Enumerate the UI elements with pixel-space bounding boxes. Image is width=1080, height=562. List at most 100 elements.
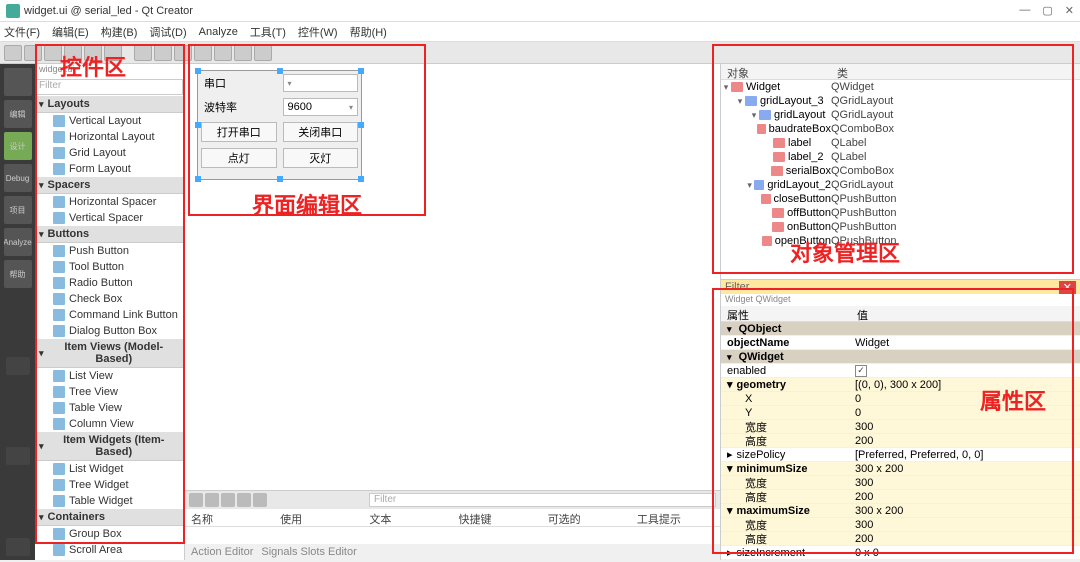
action-tool-button[interactable] — [221, 493, 235, 507]
widget-item[interactable]: Vertical Spacer — [35, 210, 184, 226]
menu-item[interactable]: 调试(D) — [149, 24, 186, 40]
menu-item[interactable]: Analyze — [199, 26, 238, 38]
mode-button[interactable]: 设计 — [4, 132, 32, 160]
toolbar-button[interactable] — [214, 45, 232, 61]
open-button[interactable]: 打开串口 — [201, 122, 277, 142]
widget-category[interactable]: Item Views (Model-Based) — [35, 339, 184, 368]
object-row[interactable]: openButtonQPushButton — [721, 234, 1080, 248]
widget-filter[interactable]: Filter — [36, 79, 183, 95]
object-row[interactable]: ▾gridLayout_2QGridLayout — [721, 178, 1080, 192]
action-filter[interactable]: Filter — [369, 493, 716, 507]
property-row[interactable]: enabled✓ — [721, 364, 1080, 378]
object-row[interactable]: ▾gridLayout_3QGridLayout — [721, 94, 1080, 108]
widget-item[interactable]: Table View — [35, 400, 184, 416]
close-serial-button[interactable]: 关闭串口 — [283, 122, 359, 142]
mode-button[interactable]: Analyze — [4, 228, 32, 256]
baud-combo[interactable]: 9600 — [283, 98, 359, 116]
widget-item[interactable]: Tool Button — [35, 259, 184, 275]
toolbar-button[interactable] — [174, 45, 192, 61]
widget-item[interactable]: Tree Widget — [35, 477, 184, 493]
property-row[interactable]: ▾ QObject — [721, 322, 1080, 336]
menu-item[interactable]: 文件(F) — [4, 24, 40, 40]
widget-item[interactable]: Form Layout — [35, 161, 184, 177]
object-tree[interactable]: ▾WidgetQWidget▾gridLayout_3QGridLayout▾g… — [721, 80, 1080, 279]
widget-item[interactable]: List View — [35, 368, 184, 384]
bottom-tab[interactable]: Signals Slots Editor — [261, 546, 356, 558]
widget-item[interactable]: Radio Button — [35, 275, 184, 291]
object-row[interactable]: ▾gridLayoutQGridLayout — [721, 108, 1080, 122]
property-row[interactable]: 高度200 — [721, 434, 1080, 448]
object-row[interactable]: baudrateBoxQComboBox — [721, 122, 1080, 136]
widget-item[interactable]: Group Box — [35, 526, 184, 542]
maximize-button[interactable]: ▢ — [1042, 4, 1052, 17]
toolbar-button[interactable] — [104, 45, 122, 61]
menu-item[interactable]: 控件(W) — [298, 24, 338, 40]
widget-category[interactable]: Containers — [35, 509, 184, 526]
action-tool-button[interactable] — [205, 493, 219, 507]
run-button[interactable] — [6, 447, 30, 465]
minimize-button[interactable]: — — [1019, 4, 1030, 17]
action-tool-button[interactable] — [253, 493, 267, 507]
property-row[interactable]: X0 — [721, 392, 1080, 406]
form-widget[interactable]: 串口 波特率9600 打开串口关闭串口 点灯灭灯 — [197, 70, 362, 180]
widget-item[interactable]: Column View — [35, 416, 184, 432]
widget-category[interactable]: Layouts — [35, 96, 184, 113]
object-row[interactable]: onButtonQPushButton — [721, 220, 1080, 234]
mode-button[interactable]: 帮助 — [4, 260, 32, 288]
object-row[interactable]: ▾WidgetQWidget — [721, 80, 1080, 94]
bottom-tab[interactable]: Action Editor — [191, 546, 253, 558]
widget-category[interactable]: Item Widgets (Item-Based) — [35, 432, 184, 461]
run-button[interactable] — [6, 538, 30, 556]
object-row[interactable]: label_2QLabel — [721, 150, 1080, 164]
widget-category[interactable]: Buttons — [35, 226, 184, 243]
widget-item[interactable]: Push Button — [35, 243, 184, 259]
action-tool-button[interactable] — [237, 493, 251, 507]
widget-item[interactable]: Grid Layout — [35, 145, 184, 161]
widget-item[interactable]: Tree View — [35, 384, 184, 400]
toolbar-button[interactable] — [154, 45, 172, 61]
property-row[interactable]: ▾ QWidget — [721, 350, 1080, 364]
widget-category[interactable]: Spacers — [35, 177, 184, 194]
object-row[interactable]: offButtonQPushButton — [721, 206, 1080, 220]
menu-item[interactable]: 构建(B) — [101, 24, 138, 40]
property-row[interactable]: ▸sizePolicy[Preferred, Preferred, 0, 0] — [721, 448, 1080, 462]
action-tool-button[interactable] — [189, 493, 203, 507]
mode-button[interactable] — [4, 68, 32, 96]
widget-item[interactable]: Table Widget — [35, 493, 184, 509]
toolbar-button[interactable] — [194, 45, 212, 61]
property-list[interactable]: ▾ QObjectobjectNameWidget▾ QWidgetenable… — [721, 322, 1080, 560]
form-designer[interactable]: 串口 波特率9600 打开串口关闭串口 点灯灭灯 — [185, 64, 720, 490]
object-row[interactable]: serialBoxQComboBox — [721, 164, 1080, 178]
property-row[interactable]: 高度200 — [721, 490, 1080, 504]
property-row[interactable]: 高度200 — [721, 532, 1080, 546]
toolbar-button[interactable] — [234, 45, 252, 61]
toolbar-button[interactable] — [44, 45, 62, 61]
widget-item[interactable]: Command Link Button — [35, 307, 184, 323]
widget-item[interactable]: Horizontal Layout — [35, 129, 184, 145]
prop-close-icon[interactable]: ✕ — [1059, 281, 1076, 294]
close-button[interactable]: ✕ — [1065, 4, 1074, 17]
toolbar-button[interactable] — [254, 45, 272, 61]
toolbar-button[interactable] — [24, 45, 42, 61]
toolbar-button[interactable] — [134, 45, 152, 61]
property-row[interactable]: objectNameWidget — [721, 336, 1080, 350]
toolbar-button[interactable] — [84, 45, 102, 61]
widget-item[interactable]: Scroll Area — [35, 542, 184, 558]
object-row[interactable]: closeButtonQPushButton — [721, 192, 1080, 206]
mode-button[interactable]: 项目 — [4, 196, 32, 224]
widget-item[interactable]: Horizontal Spacer — [35, 194, 184, 210]
widget-item[interactable]: Tool Box — [35, 558, 184, 560]
run-button[interactable] — [6, 357, 30, 375]
on-button[interactable]: 点灯 — [201, 148, 277, 168]
widget-item[interactable]: Vertical Layout — [35, 113, 184, 129]
toolbar-button[interactable] — [64, 45, 82, 61]
property-row[interactable]: ▸sizeIncrement0 x 0 — [721, 546, 1080, 560]
toolbar-button[interactable] — [4, 45, 22, 61]
mode-button[interactable]: 编辑 — [4, 100, 32, 128]
widget-item[interactable]: List Widget — [35, 461, 184, 477]
menu-item[interactable]: 帮助(H) — [350, 24, 387, 40]
menu-item[interactable]: 编辑(E) — [52, 24, 89, 40]
widget-item[interactable]: Dialog Button Box — [35, 323, 184, 339]
off-button[interactable]: 灭灯 — [283, 148, 359, 168]
mode-button[interactable]: Debug — [4, 164, 32, 192]
